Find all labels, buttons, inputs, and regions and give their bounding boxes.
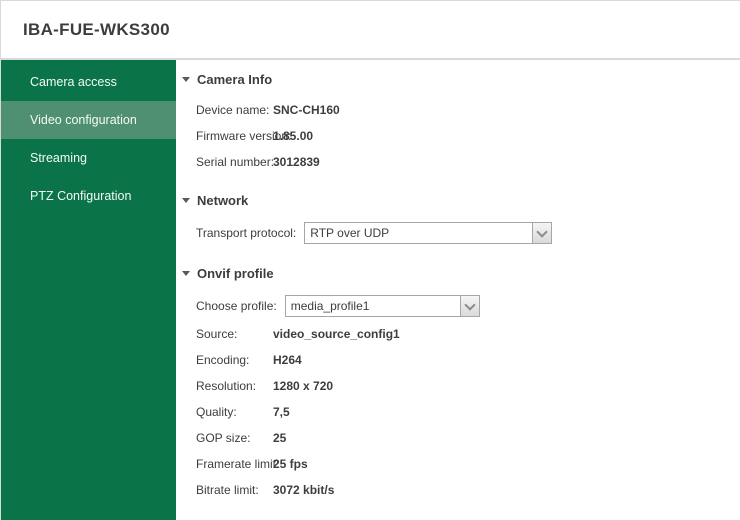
field-row-firmware-version: Firmware version: 1.85.00 [196,123,740,149]
field-value: 25 fps [273,457,308,471]
field-label: Firmware version: [196,129,292,143]
field-row-encoding: Encoding: H264 [196,347,740,373]
section-rows: Device name: SNC-CH160 Firmware version: 1.… [182,97,740,175]
field-row-source: Source: video_source_config1 [196,321,740,347]
content-area: Camera access Video configuration Streamin… [1,60,740,520]
field-value: 3012839 [273,155,320,169]
app-window: IBA-FUE-WKS300 Camera access Video config… [0,0,740,520]
section-network: Network Transport protocol: RTP over UDP [182,192,740,248]
field-value: 1280 x 720 [273,379,334,393]
collapse-triangle-icon [182,197,190,203]
transport-protocol-dropdown[interactable]: RTP over UDP [304,222,553,244]
field-value: 3072 kbit/s [273,483,335,497]
section-onvif-profile: Onvif profile Choose profile: media_profil… [182,265,740,503]
field-label: Resolution: [196,379,257,393]
dropdown-arrow-button[interactable] [459,296,479,316]
section-rows: Choose profile: media_profile1 Source: vide… [182,291,740,503]
field-value: 7,5 [273,405,290,419]
field-value: H264 [273,353,302,367]
field-label: Framerate limit: [196,457,280,471]
collapse-triangle-icon [182,76,190,82]
field-row-quality: Quality: 7,5 [196,399,740,425]
section-header-onvif-profile[interactable]: Onvif profile [182,265,740,281]
section-title: Onvif profile [197,265,274,281]
chevron-down-icon [536,225,548,238]
sidebar-item-streaming[interactable]: Streaming [1,139,176,177]
field-label: Quality: [196,405,237,419]
field-row-transport-protocol: Transport protocol: RTP over UDP [196,218,740,248]
section-header-network[interactable]: Network [182,192,740,208]
field-row-bitrate-limit: Bitrate limit: 3072 kbit/s [196,477,740,503]
field-label: Source: [196,327,238,341]
field-value: SNC-CH160 [273,103,340,117]
field-row-framerate-limit: Framerate limit: 25 fps [196,451,740,477]
sidebar-item-ptz-configuration[interactable]: PTZ Configuration [1,177,176,215]
field-row-device-name: Device name: SNC-CH160 [196,97,740,123]
section-title: Camera Info [197,71,273,87]
page-title: IBA-FUE-WKS300 [23,19,170,39]
chevron-down-icon [464,298,476,311]
dropdown-arrow-button[interactable] [532,223,552,243]
header: IBA-FUE-WKS300 [1,1,740,58]
collapse-triangle-icon [182,270,190,276]
field-label: Bitrate limit: [196,483,259,497]
field-value: 1.85.00 [273,129,314,143]
sidebar-item-camera-access[interactable]: Camera access [1,63,176,101]
dropdown-selected-value: media_profile1 [290,299,370,313]
sidebar: Camera access Video configuration Streamin… [1,60,176,520]
section-title: Network [197,192,249,208]
field-label: GOP size: [196,431,251,445]
field-row-serial-number: Serial number: 3012839 [196,149,740,175]
field-row-choose-profile: Choose profile: media_profile1 [196,291,740,321]
main-content: Camera Info Device name: SNC-CH160 Firmware… [176,60,740,520]
field-label: Choose profile: [196,299,277,313]
section-rows: Transport protocol: RTP over UDP [182,218,740,248]
field-value: video_source_config1 [273,327,400,341]
field-value: 25 [273,431,287,445]
field-row-resolution: Resolution: 1280 x 720 [196,373,740,399]
choose-profile-dropdown[interactable]: media_profile1 [284,295,480,317]
field-label: Serial number: [196,155,275,169]
dropdown-selected-value: RTP over UDP [310,226,390,240]
section-camera-info: Camera Info Device name: SNC-CH160 Firmware… [182,71,740,175]
field-row-gop-size: GOP size: 25 [196,425,740,451]
section-header-camera-info[interactable]: Camera Info [182,71,740,87]
field-label: Device name: [196,103,270,117]
field-label: Transport protocol: [196,226,297,240]
field-label: Encoding: [196,353,250,367]
sidebar-item-video-configuration[interactable]: Video configuration [1,101,176,139]
